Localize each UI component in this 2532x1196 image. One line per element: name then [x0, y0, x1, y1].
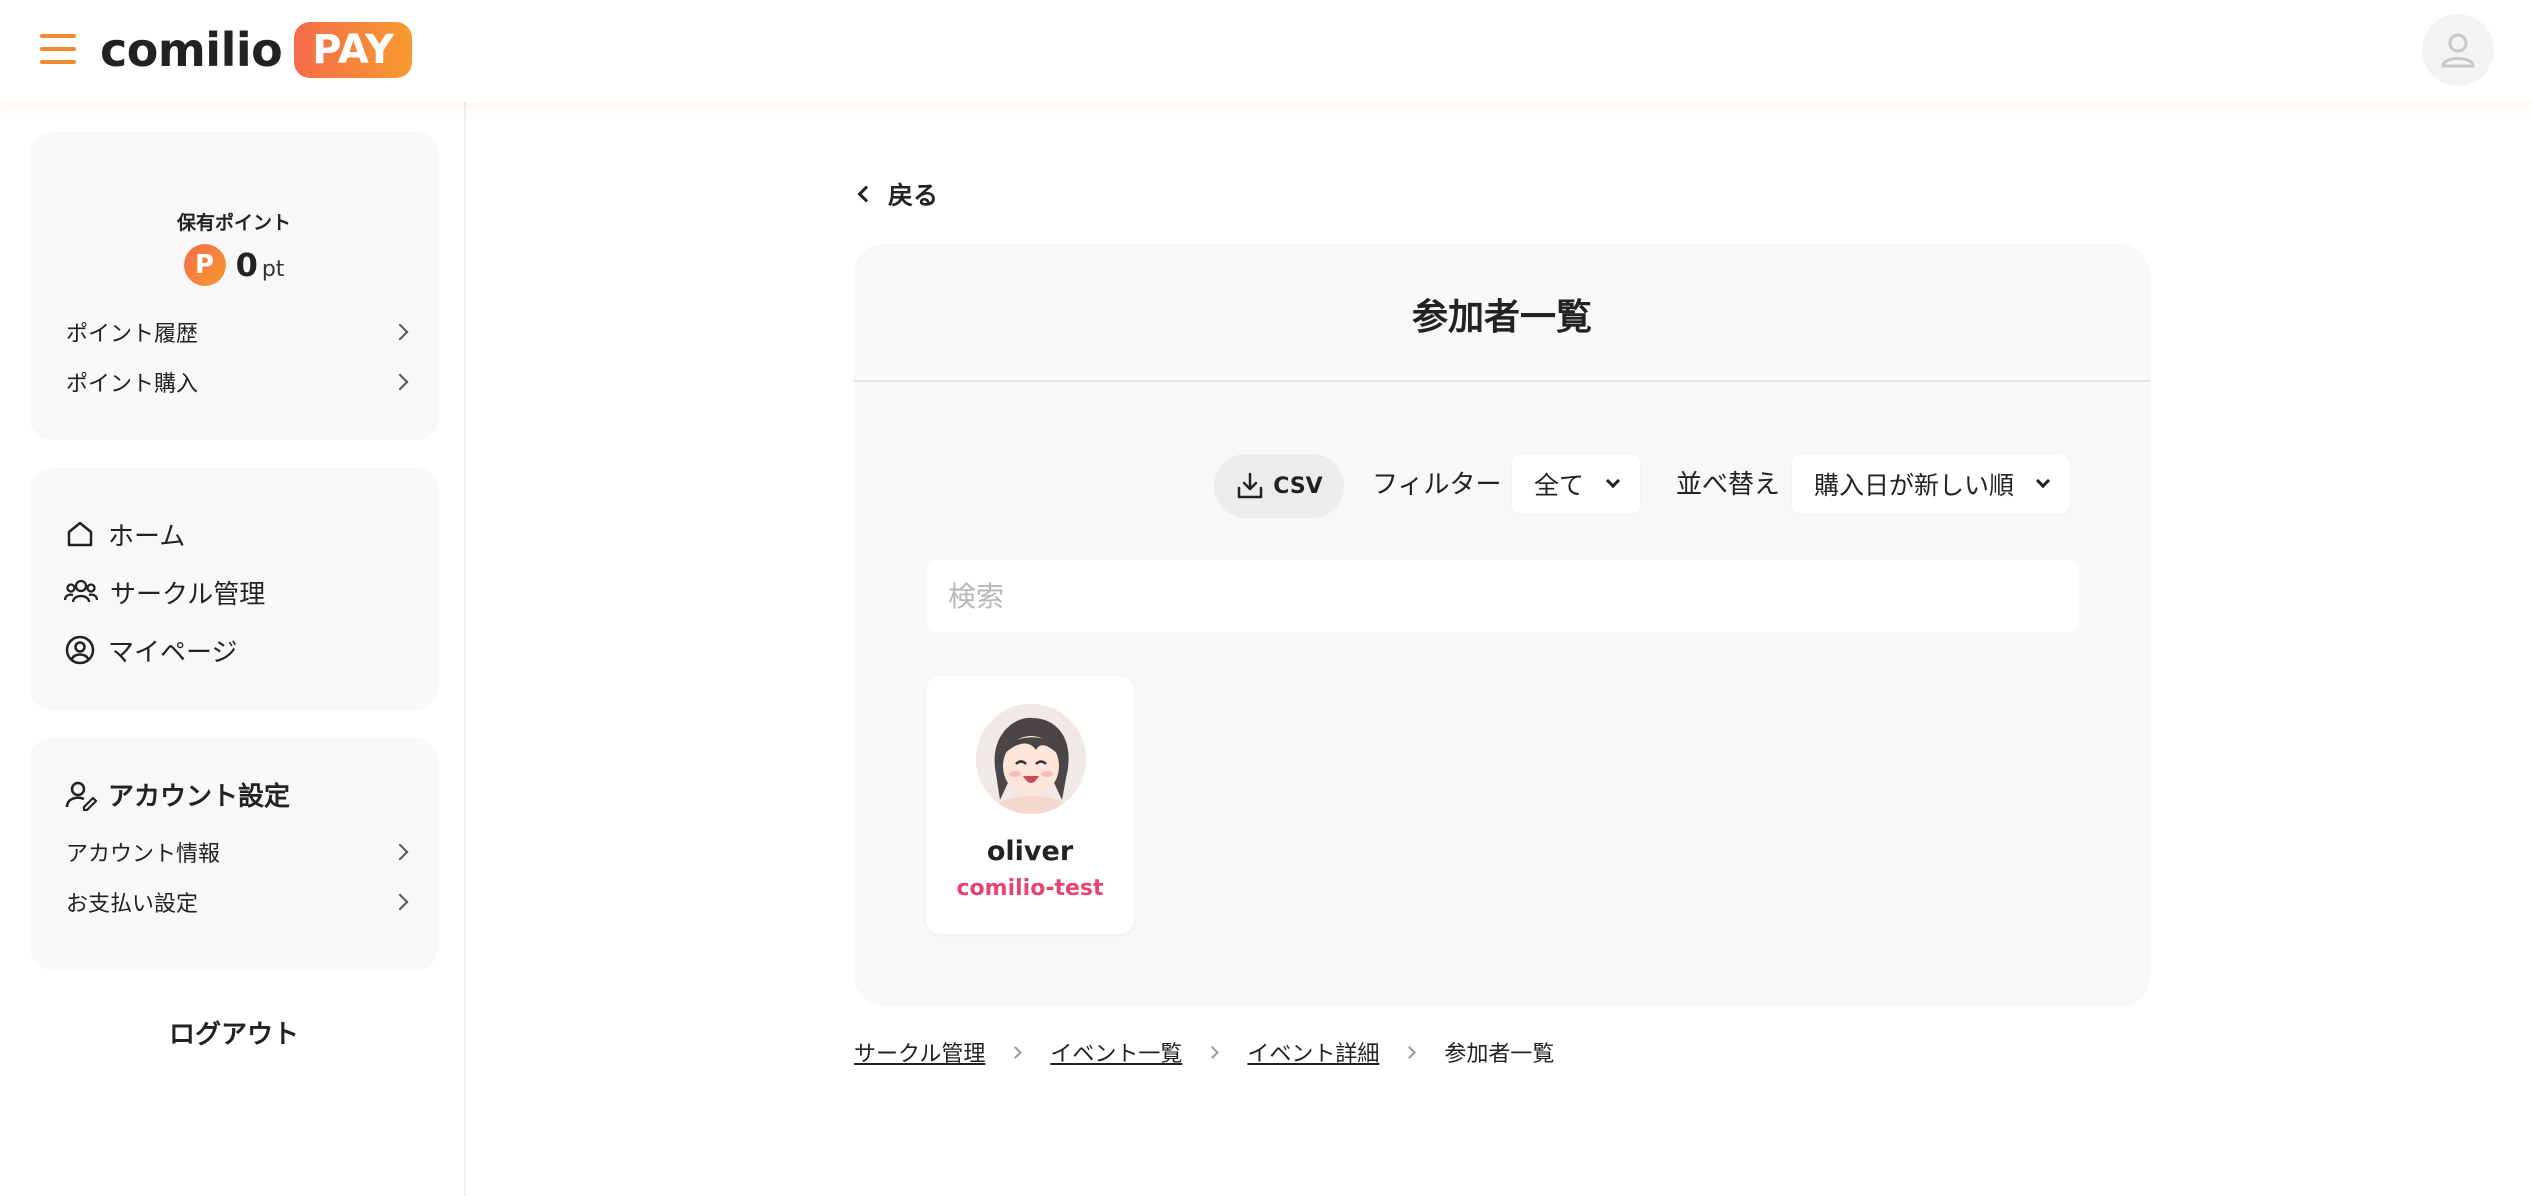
points-unit: pt — [261, 256, 285, 282]
point-history-label: ポイント履歴 — [66, 322, 199, 347]
anime-avatar-image — [976, 704, 1086, 814]
participants-panel: 参加者一覧 CSV フィルター 全て 並べ替え 購入日が新しい順 検索 oliv… — [854, 244, 2150, 1006]
nav-item-label: ホーム — [108, 521, 186, 552]
chevron-left-icon — [857, 185, 875, 203]
points-title: 保有ポイント — [176, 212, 291, 234]
nav-item-label: マイページ — [108, 637, 238, 668]
breadcrumb-current: 参加者一覧 — [1444, 1042, 1555, 1067]
points-value: 0 — [235, 246, 258, 284]
account-info-link[interactable]: アカウント情報 — [66, 832, 409, 872]
account-settings-card: アカウント設定 アカウント情報 お支払い設定 — [30, 738, 438, 970]
home-icon — [67, 521, 93, 547]
chevron-down-icon — [2035, 473, 2051, 489]
participant-name: oliver — [986, 836, 1074, 867]
points-card: 保有ポイント P 0 pt ポイント履歴 ポイント購入 — [30, 132, 438, 440]
back-label: 戻る — [888, 181, 939, 210]
chevron-right-icon — [391, 843, 409, 861]
nav-item-mypage[interactable]: マイページ — [64, 628, 237, 672]
search-input[interactable] — [926, 560, 2078, 632]
participant-avatar — [976, 704, 1086, 814]
participant-circle: comilio-test — [956, 876, 1104, 901]
nav-item-circle-management[interactable]: サークル管理 — [64, 570, 265, 614]
logout-button[interactable]: ログアウト — [30, 1014, 438, 1051]
payment-settings-label: お支払い設定 — [66, 892, 199, 917]
sort-label: 並べ替え — [1676, 470, 1781, 500]
breadcrumb: サークル管理 イベント一覧 イベント詳細 参加者一覧 — [854, 1036, 1554, 1068]
filter-select[interactable]: 全て — [1512, 454, 1641, 514]
point-history-link[interactable]: ポイント履歴 — [66, 312, 409, 352]
top-header: comilio PAY — [0, 0, 2532, 102]
payment-settings-link[interactable]: お支払い設定 — [66, 882, 409, 922]
sort-select[interactable]: 購入日が新しい順 — [1792, 454, 2071, 514]
account-info-label: アカウント情報 — [66, 842, 221, 867]
participant-card[interactable]: oliver comilio-test — [926, 676, 1134, 934]
point-badge-icon: P — [183, 244, 226, 286]
account-settings-heading: アカウント設定 — [64, 776, 290, 813]
breadcrumb-separator-icon — [1403, 1045, 1417, 1059]
nav-item-label: サークル管理 — [110, 579, 266, 610]
sort-value: 購入日が新しい順 — [1814, 471, 2015, 500]
sidebar: 保有ポイント P 0 pt ポイント履歴 ポイント購入 ホーム サークル管理 マ… — [0, 102, 466, 1196]
breadcrumb-separator-icon — [1206, 1045, 1220, 1059]
divider — [854, 380, 2150, 382]
breadcrumb-circle-management[interactable]: サークル管理 — [854, 1036, 985, 1068]
chevron-right-icon — [391, 323, 409, 341]
logo-text: comilio — [100, 23, 283, 77]
user-avatar-button[interactable] — [2422, 14, 2494, 86]
nav-item-home[interactable]: ホーム — [64, 512, 185, 556]
chevron-down-icon — [1605, 473, 1621, 489]
csv-label: CSV — [1273, 473, 1323, 499]
download-icon — [1238, 472, 1263, 499]
comilio-pay-logo[interactable]: comilio PAY — [100, 20, 412, 80]
breadcrumb-event-detail[interactable]: イベント詳細 — [1247, 1036, 1379, 1068]
point-purchase-label: ポイント購入 — [66, 372, 199, 397]
filter-value: 全て — [1534, 471, 1585, 500]
hamburger-menu-icon[interactable] — [40, 34, 76, 64]
user-gear-icon — [65, 781, 98, 811]
chevron-right-icon — [391, 373, 409, 391]
point-purchase-link[interactable]: ポイント購入 — [66, 362, 409, 402]
users-icon — [64, 579, 98, 603]
user-icon — [2441, 33, 2475, 68]
logo-pay-badge: PAY — [294, 22, 412, 78]
account-settings-title: アカウント設定 — [108, 782, 291, 812]
main-nav-card: ホーム サークル管理 マイページ — [30, 468, 438, 710]
breadcrumb-event-list[interactable]: イベント一覧 — [1050, 1036, 1182, 1068]
page-title: 参加者一覧 — [1411, 297, 1592, 338]
back-button[interactable]: 戻る — [857, 176, 939, 212]
user-circle-icon — [65, 635, 95, 665]
breadcrumb-separator-icon — [1009, 1045, 1023, 1059]
csv-download-button[interactable]: CSV — [1214, 454, 1344, 518]
chevron-right-icon — [391, 893, 409, 911]
points-balance: P 0 pt — [30, 244, 438, 286]
filter-label: フィルター — [1372, 470, 1502, 500]
